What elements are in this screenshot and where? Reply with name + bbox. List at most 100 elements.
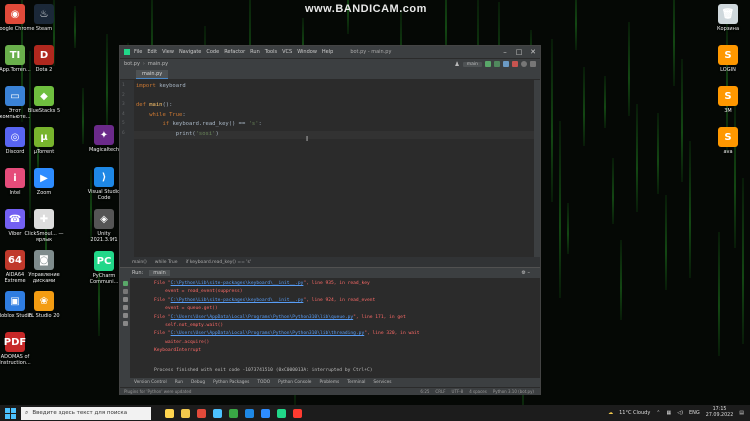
menu-item-code[interactable]: Code	[206, 49, 219, 55]
windows-start-icon[interactable]	[3, 406, 17, 420]
tool-window-python-packages[interactable]: Python Packages	[213, 380, 249, 385]
desktop-icon-steam[interactable]: ♨ Steam	[24, 4, 64, 32]
tool-window-terminal[interactable]: Terminal	[347, 380, 365, 385]
network-icon[interactable]: ▦	[666, 410, 671, 416]
close-icon[interactable]: ✕	[526, 46, 540, 58]
menu-item-vcs[interactable]: VCS	[282, 49, 292, 55]
desktop-icon-recycle-bin[interactable]: 🗑 Корзина	[708, 4, 748, 32]
run-configuration-select[interactable]: main	[462, 61, 482, 67]
delete-icon[interactable]	[122, 321, 128, 326]
run-toolbar	[120, 278, 130, 380]
code-line[interactable]: import keyboard	[136, 83, 186, 89]
desktop-icon-sublime[interactable]: S 3M	[708, 86, 748, 114]
taskbar-app-icon[interactable]	[245, 408, 254, 418]
notifications-icon[interactable]: ▤	[739, 410, 744, 416]
menu-item-tools[interactable]: Tools	[265, 49, 277, 55]
taskbar-app-icon[interactable]	[293, 408, 302, 418]
desktop-icon-magicaltech[interactable]: ✦ Magicaltech	[84, 125, 124, 153]
debug-icon[interactable]	[494, 61, 500, 67]
user-icon[interactable]: ♟	[454, 61, 459, 68]
settings-icon[interactable]	[530, 61, 536, 67]
menu-item-help[interactable]: Help	[322, 49, 333, 55]
tab-main-py[interactable]: main.py	[136, 70, 169, 79]
taskbar-app-icon[interactable]	[165, 408, 174, 418]
status-item[interactable]: Python 3.10 (bot.py)	[493, 389, 534, 394]
status-message[interactable]: Plugins for 'Python' were updated	[124, 389, 191, 394]
menu-item-edit[interactable]: Edit	[147, 49, 157, 55]
run-panel[interactable]: Run: main ⚙ – File "C:\Python\Lib\site-p…	[120, 267, 540, 380]
desktop-icon-flstudio[interactable]: ❀ FL Studio 20	[24, 291, 64, 319]
menu-item-run[interactable]: Run	[250, 49, 260, 55]
desktop-icon-bluestacks[interactable]: ◆ BlueStacks 5	[24, 86, 64, 114]
desktop-icon-sublime[interactable]: S LOGIN	[708, 45, 748, 73]
menu-item-navigate[interactable]: Navigate	[179, 49, 201, 55]
minimize-icon[interactable]: –	[498, 46, 512, 58]
desktop-icon-vscode[interactable]: ⟩ Visual Studio Code	[84, 167, 124, 201]
tool-window-todo[interactable]: TODO	[257, 380, 270, 385]
traceback-line: File "C:\Users\User\AppData\Local\Progra…	[154, 314, 406, 320]
taskbar-app-icon[interactable]	[181, 408, 190, 418]
maximize-icon[interactable]: □	[512, 46, 526, 58]
desktop-icon-dota[interactable]: D Dota 2	[24, 45, 64, 73]
status-item[interactable]: 4 spaces	[469, 389, 487, 394]
desktop-icon-pycharm[interactable]: PC PyCharm Communi...	[84, 251, 124, 285]
taskbar-app-icon[interactable]	[213, 408, 222, 418]
pycharm-window[interactable]: File Edit View Navigate Code Refactor Run Tools…	[119, 45, 541, 395]
tool-window-debug[interactable]: Debug	[191, 380, 205, 385]
language-indicator[interactable]: ENG	[689, 410, 700, 416]
tool-window-python-console[interactable]: Python Console	[278, 380, 311, 385]
desktop-icon-zoom[interactable]: ▶ Zoom	[24, 168, 64, 196]
desktop-icon-utorrent[interactable]: μ μTorrent	[24, 127, 64, 155]
taskbar-app-icon[interactable]	[261, 408, 270, 418]
weather-icon[interactable]: ☁	[608, 410, 613, 416]
search-icon[interactable]	[521, 61, 527, 67]
code-breadcrumb-item[interactable]: main()	[132, 260, 147, 265]
status-item[interactable]: 6:25	[420, 389, 429, 394]
tool-window-services[interactable]: Services	[373, 380, 391, 385]
desktop-icon-pdf[interactable]: PDF ADOMAS of Instruction...	[0, 332, 35, 366]
stop-icon[interactable]	[512, 61, 518, 67]
code-line[interactable]: if keyboard.read_key() == 's':	[136, 121, 262, 127]
weather-text[interactable]: 11°C Cloudy	[619, 410, 650, 416]
code-line[interactable]: print('sosi')	[136, 131, 219, 137]
wrench-icon[interactable]	[122, 297, 128, 302]
desktop-icon-unity[interactable]: ◈ Unity 2021.3.9f1	[84, 209, 124, 243]
tray-chevron-icon[interactable]: ⌃	[656, 410, 660, 416]
desktop-icon-sublime[interactable]: Sava	[708, 127, 748, 155]
taskbar-app-icon[interactable]	[229, 408, 238, 418]
desktop-icon-clicksmoul[interactable]: ✚ ClickSmoul... — ярлык	[24, 209, 64, 243]
coverage-icon[interactable]	[503, 61, 509, 67]
run-tab-main[interactable]: main	[149, 270, 170, 276]
traceback-file-link[interactable]: C:\Users\User\AppData\Local\Programs\Pyt…	[171, 331, 365, 336]
taskbar-app-icon[interactable]	[277, 408, 286, 418]
clock[interactable]: 17:15 27.09.2022	[706, 407, 733, 419]
menu-item-file[interactable]: File	[134, 49, 142, 55]
run-icon[interactable]	[485, 61, 491, 67]
traceback-file-link[interactable]: C:\Users\User\AppData\Local\Programs\Pyt…	[171, 315, 354, 320]
code-breadcrumb-item[interactable]: if keyboard.read_key() == 's'	[186, 260, 252, 265]
volume-icon[interactable]: ◁)	[677, 410, 683, 416]
traceback-file-link[interactable]: C:\Python\Lib\site-packages\keyboard\__i…	[171, 298, 304, 303]
taskbar-app-icon[interactable]	[197, 408, 206, 418]
tool-window-version-control[interactable]: Version Control	[134, 380, 167, 385]
status-item[interactable]: CRLF	[435, 389, 445, 394]
desktop-icon-disk-management[interactable]: ◙ Управление дисками	[24, 250, 64, 284]
stop-run-icon[interactable]	[122, 289, 128, 294]
tool-window-run[interactable]: Run	[175, 380, 183, 385]
code-breadcrumb-item[interactable]: while True	[155, 260, 178, 265]
status-item[interactable]: UTF-8	[452, 389, 464, 394]
menu-item-refactor[interactable]: Refactor	[224, 49, 245, 55]
gear-icon[interactable]: ⚙ –	[521, 270, 540, 276]
taskbar-search-box[interactable]: ⌕ Введите здесь текст для поиска	[21, 406, 151, 420]
rerun-icon[interactable]	[122, 281, 128, 286]
menu-item-window[interactable]: Window	[297, 49, 317, 55]
menu-item-view[interactable]: View	[162, 49, 174, 55]
traceback-file-link[interactable]: C:\Python\Lib\site-packages\keyboard\__i…	[171, 281, 304, 286]
scroll-to-end-icon[interactable]	[122, 305, 128, 310]
code-line[interactable]: def main():	[136, 102, 172, 108]
print-icon[interactable]	[122, 313, 128, 318]
tool-window-problems[interactable]: Problems	[319, 380, 339, 385]
breadcrumb-project[interactable]: bot.py	[124, 61, 140, 67]
code-line[interactable]: while True:	[136, 112, 185, 118]
breadcrumb-file[interactable]: main.py	[148, 61, 168, 67]
